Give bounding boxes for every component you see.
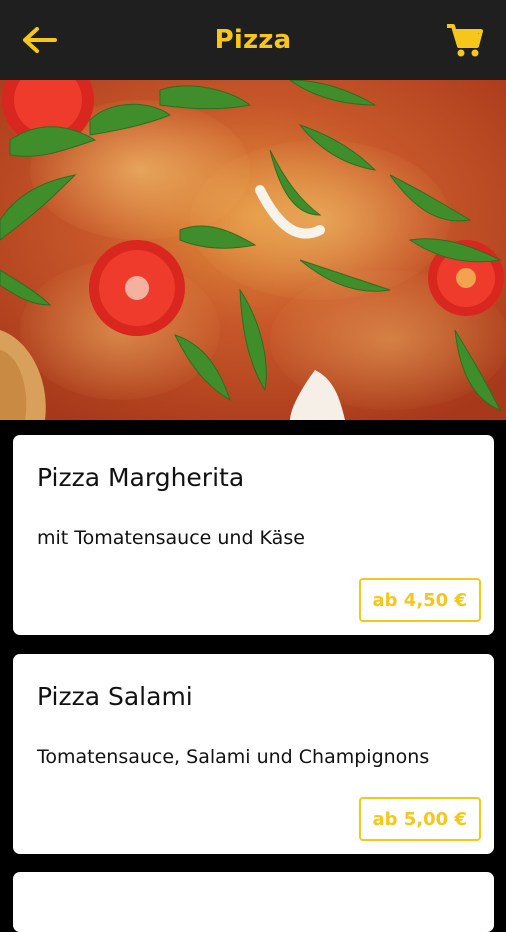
back-button[interactable] bbox=[20, 22, 60, 58]
cart-button[interactable] bbox=[442, 20, 486, 60]
menu-item-card-partial[interactable] bbox=[13, 872, 494, 932]
price-button[interactable]: ab 5,00 € bbox=[358, 797, 481, 841]
menu-item-card[interactable]: Pizza Margherita mit Tomatensauce und Kä… bbox=[13, 435, 494, 635]
pizza-hero-image bbox=[0, 80, 506, 420]
shopping-cart-icon bbox=[447, 24, 483, 57]
menu-item-card[interactable]: Pizza Salami Tomatensauce, Salami und Ch… bbox=[13, 654, 494, 854]
menu-item-title: Pizza Salami bbox=[37, 682, 193, 711]
menu-item-description: Tomatensauce, Salami und Champignons bbox=[37, 746, 430, 768]
arrow-left-icon bbox=[23, 27, 57, 53]
top-app-bar: Pizza bbox=[0, 0, 506, 80]
pizza-photo bbox=[0, 80, 506, 420]
menu-item-description: mit Tomatensauce und Käse bbox=[37, 527, 305, 549]
page-title: Pizza bbox=[214, 25, 292, 55]
price-button[interactable]: ab 4,50 € bbox=[358, 578, 481, 622]
menu-item-title: Pizza Margherita bbox=[37, 463, 245, 492]
